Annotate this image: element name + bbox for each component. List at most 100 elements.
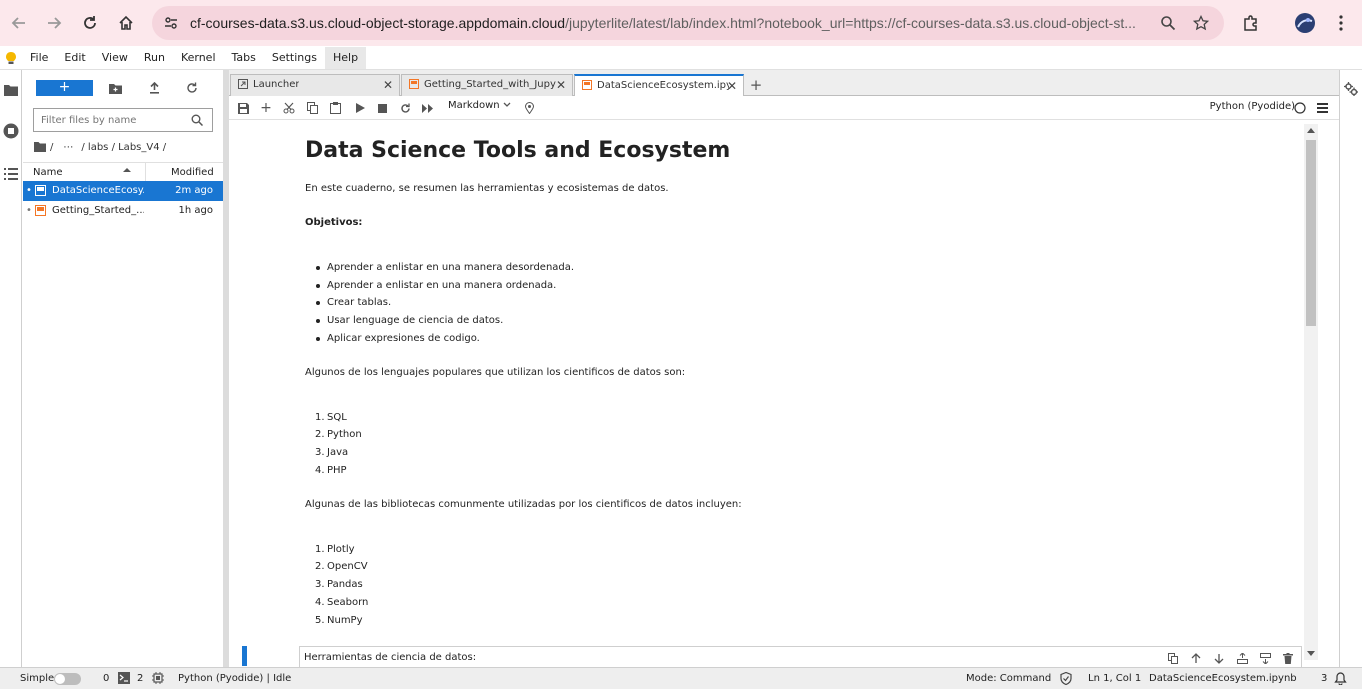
fast-forward-icon[interactable] <box>419 99 437 117</box>
refresh-icon[interactable] <box>183 79 201 97</box>
breadcrumb-ellipsis[interactable]: ⋯ <box>63 142 73 153</box>
file-item-datascienceecosystem[interactable]: • DataScienceEcosy... 2m ago <box>23 181 223 201</box>
column-modified-header[interactable]: Modified <box>171 167 214 178</box>
scroll-down-arrow-icon[interactable] <box>1307 651 1315 657</box>
file-modified: 2m ago <box>175 185 213 196</box>
new-tab-button[interactable]: + <box>746 75 766 95</box>
close-icon[interactable]: ✕ <box>556 78 566 92</box>
active-cell-indicator[interactable] <box>242 646 247 666</box>
paste-icon[interactable] <box>326 99 344 117</box>
kernel-name[interactable]: Python (Pyodide) <box>1210 101 1295 112</box>
simple-mode-label: Simple <box>20 673 55 684</box>
breadcrumb-path[interactable]: / labs / Labs_V4 / <box>81 142 166 153</box>
site-info-icon[interactable] <box>162 14 180 32</box>
running-indicator: • <box>26 185 32 196</box>
menu-tabs[interactable]: Tabs <box>224 47 264 69</box>
close-icon[interactable]: ✕ <box>383 78 393 92</box>
move-up-icon[interactable] <box>1188 650 1204 666</box>
left-sidebar-tabs <box>0 70 22 667</box>
back-icon[interactable] <box>6 10 32 36</box>
duplicate-cell-icon[interactable] <box>1165 650 1181 666</box>
markdown-cell-editor[interactable]: Herramientas de ciencia de datos: <box>299 646 1302 667</box>
chevron-down-icon <box>503 102 511 108</box>
terminal-icon[interactable] <box>118 672 130 684</box>
menu-run[interactable]: Run <box>136 47 173 69</box>
simple-mode-toggle[interactable] <box>54 673 81 685</box>
home-folder-icon[interactable] <box>34 142 46 152</box>
zoom-icon[interactable] <box>1159 14 1177 32</box>
run-icon[interactable] <box>351 99 369 117</box>
filter-files-field[interactable] <box>33 108 213 132</box>
scroll-up-arrow-icon[interactable] <box>1307 127 1315 133</box>
list-item: Aprender a enlistar en una manera desord… <box>316 262 574 273</box>
property-inspector-icon[interactable] <box>520 99 538 117</box>
launcher-icon <box>238 79 248 89</box>
cell-type-value: Markdown <box>448 100 500 111</box>
folder-icon[interactable] <box>2 81 20 99</box>
cell-type-dropdown[interactable]: Markdown <box>448 100 511 111</box>
tab-label: Launcher <box>253 79 300 90</box>
new-launcher-button[interactable]: + <box>36 80 93 96</box>
menu-view[interactable]: View <box>94 47 136 69</box>
right-sidebar-tabs <box>1339 70 1362 667</box>
list-item: 4. Seaborn <box>315 597 369 608</box>
url-path: /jupyterlite/latest/lab/index.html?noteb… <box>565 15 1136 31</box>
delete-cell-icon[interactable] <box>1280 650 1296 666</box>
running-kernels-icon[interactable] <box>2 122 20 140</box>
tab-getting-started[interactable]: Getting_Started_with_Jupyter ✕ <box>401 74 573 96</box>
kernel-chip-icon[interactable] <box>152 672 164 684</box>
list-item: 3. Java <box>315 447 349 458</box>
filter-files-input[interactable] <box>39 110 189 130</box>
terminals-count[interactable]: 0 <box>103 673 109 684</box>
menu-kernel[interactable]: Kernel <box>173 47 224 69</box>
copy-icon[interactable] <box>303 99 321 117</box>
restart-icon[interactable] <box>396 99 414 117</box>
running-indicator: • <box>26 205 32 216</box>
tab-launcher[interactable]: Launcher ✕ <box>230 74 400 96</box>
sort-ascending-icon[interactable] <box>123 166 131 174</box>
notification-count[interactable]: 3 <box>1321 673 1327 684</box>
url-text[interactable]: cf-courses-data.s3.us.cloud-object-stora… <box>190 15 1140 31</box>
languages-intro: Algunos de los lenguajes populares que u… <box>305 367 686 378</box>
new-folder-icon[interactable] <box>106 79 124 97</box>
extensions-icon[interactable] <box>1238 10 1264 36</box>
menu-edit[interactable]: Edit <box>56 47 93 69</box>
property-inspector-gears-icon[interactable] <box>1344 82 1358 96</box>
file-item-getting-started[interactable]: • Getting_Started_... 1h ago <box>23 201 223 221</box>
close-icon[interactable]: ✕ <box>727 79 737 93</box>
vertical-scrollbar[interactable] <box>1304 124 1318 660</box>
column-divider[interactable] <box>145 163 146 182</box>
insert-cell-icon[interactable]: + <box>257 99 275 117</box>
notebook-toolbar: + Markdown Python (Pyodide) <box>229 96 1339 120</box>
home-icon[interactable] <box>113 10 139 36</box>
bell-icon[interactable] <box>1334 672 1347 685</box>
cut-icon[interactable] <box>280 99 298 117</box>
cursor-position[interactable]: Ln 1, Col 1 <box>1088 673 1141 684</box>
move-down-icon[interactable] <box>1211 650 1227 666</box>
table-of-contents-icon[interactable] <box>2 165 20 183</box>
reload-icon[interactable] <box>77 10 103 36</box>
tab-datascienceecosystem[interactable]: DataScienceEcosystem.ipynb ✕ <box>574 74 744 97</box>
save-icon[interactable] <box>234 99 252 117</box>
insert-below-icon[interactable] <box>1257 650 1273 666</box>
scrollbar-thumb[interactable] <box>1306 140 1316 326</box>
kernels-count[interactable]: 2 <box>137 673 143 684</box>
column-name-header[interactable]: Name <box>33 167 63 178</box>
stop-icon[interactable] <box>373 99 391 117</box>
shield-check-icon[interactable] <box>1060 672 1072 685</box>
insert-above-icon[interactable] <box>1234 650 1250 666</box>
breadcrumb-root[interactable]: / <box>50 142 53 153</box>
upload-icon[interactable] <box>145 79 163 97</box>
jupyterlite-logo-icon <box>0 46 22 70</box>
kernel-status[interactable]: Python (Pyodide) | Idle <box>178 673 291 684</box>
forward-icon[interactable] <box>41 10 67 36</box>
hamburger-menu-icon[interactable] <box>1313 99 1331 117</box>
menu-settings[interactable]: Settings <box>264 47 325 69</box>
tab-label: DataScienceEcosystem.ipynb <box>597 80 729 91</box>
profile-avatar[interactable] <box>1292 10 1318 36</box>
menu-file[interactable]: File <box>22 47 56 69</box>
bookmark-star-icon[interactable] <box>1192 14 1210 32</box>
menu-help[interactable]: Help <box>324 46 367 69</box>
browser-menu-icon[interactable] <box>1328 10 1354 36</box>
address-bar[interactable]: cf-courses-data.s3.us.cloud-object-stora… <box>152 6 1224 40</box>
